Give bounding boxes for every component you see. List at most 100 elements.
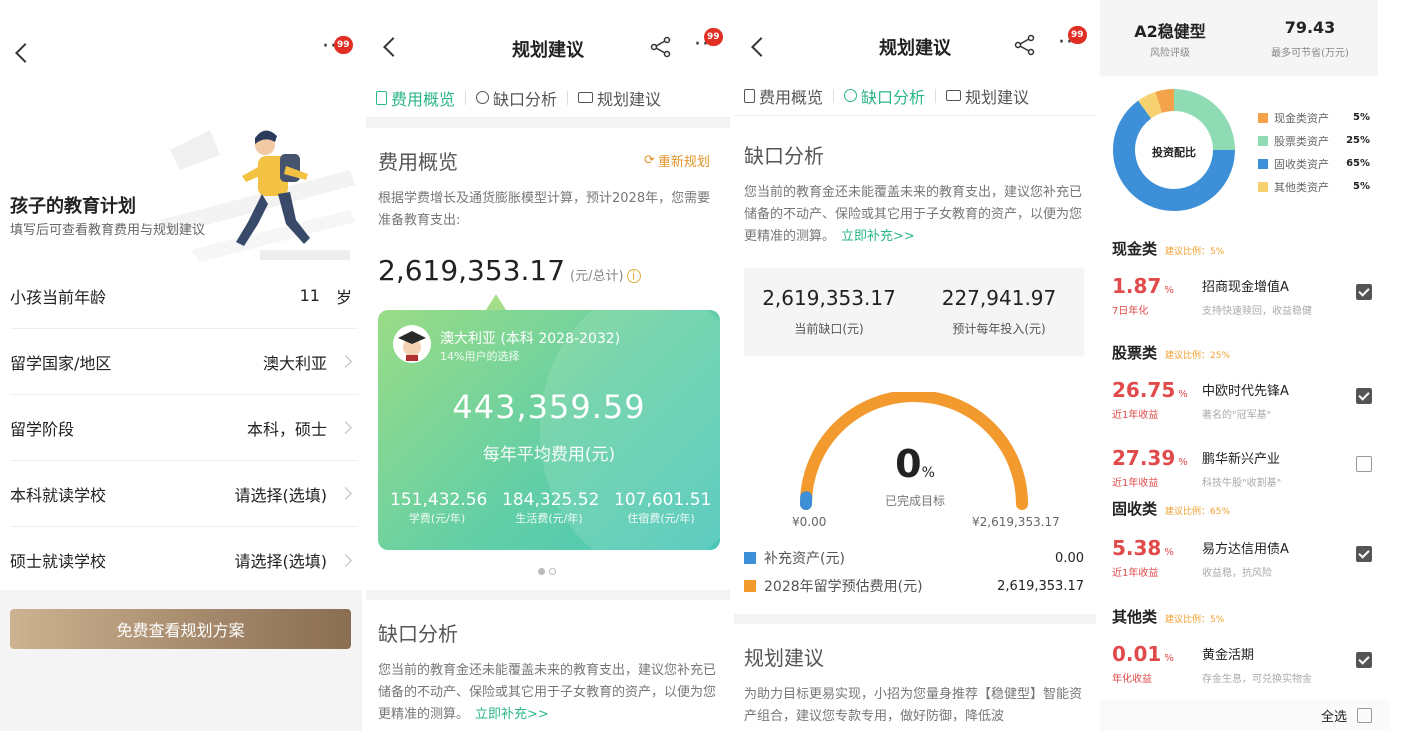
fund-checkbox[interactable] bbox=[1356, 652, 1372, 668]
gap-value: 2,619,353.17 bbox=[762, 286, 896, 310]
section-title: 缺口分析 bbox=[744, 144, 824, 168]
total-cost-value: 2,619,353.17 bbox=[378, 254, 566, 287]
fund-checkbox[interactable] bbox=[1356, 388, 1372, 404]
divider bbox=[366, 590, 730, 600]
plan-section-title: 规划建议 bbox=[744, 646, 824, 670]
fund-return-unit: % bbox=[1164, 653, 1174, 664]
form-row-age[interactable]: 小孩当前年龄 11 岁 bbox=[10, 263, 358, 329]
cost-card[interactable]: 澳大利亚 (本科 2028-2032) 14%用户的选择 443,359.59 … bbox=[378, 310, 720, 550]
fund-desc: 支持快速赎回，收益稳健 bbox=[1202, 306, 1312, 317]
message-icon bbox=[578, 92, 594, 103]
tab-plan-advice[interactable]: 规划建议 bbox=[936, 84, 1039, 108]
donut-slice-3 bbox=[1138, 91, 1163, 119]
gap-label: 当前缺口(元) bbox=[794, 322, 864, 336]
fund-row[interactable]: 0.01% 年化收益 黄金活期 存金生息，可兑换实物金 bbox=[1112, 632, 1372, 692]
alloc-pct: 25% bbox=[1346, 135, 1370, 146]
fund-row[interactable]: 1.87% 7日年化 招商现金增值A 支持快速赎回，收益稳健 bbox=[1112, 264, 1372, 324]
select-all-bar[interactable]: 全选 bbox=[1100, 700, 1390, 731]
cost-description: 根据学费增长及通货膨胀模型计算，预计2028年，您需要准备教育支出: bbox=[378, 191, 711, 228]
category-title: 固收类 bbox=[1112, 500, 1158, 518]
legend-supplement: 补充资产(元) 0.00 bbox=[744, 548, 1084, 568]
annual-value: 227,941.97 bbox=[941, 286, 1057, 310]
category-other: 其他类 建议比例：5% bbox=[1112, 606, 1224, 627]
fund-name: 鹏华新兴产业 bbox=[1202, 452, 1281, 467]
living-label: 生活费(元/年) bbox=[515, 512, 583, 525]
add-assets-link[interactable]: 立即补充>> bbox=[841, 229, 915, 244]
nav-title: 规划建议 bbox=[512, 40, 584, 61]
message-icon bbox=[946, 90, 962, 101]
tab-label: 费用概览 bbox=[759, 87, 824, 107]
section-title: 费用概览 bbox=[378, 150, 458, 174]
tab-label: 费用概览 bbox=[391, 89, 456, 109]
screen-education-form: ··· 99 孩子的教育计划 填写后可查看教育费用与规划建议 小孩当前年龄 11… bbox=[0, 0, 362, 731]
donut-slice-0 bbox=[1155, 89, 1175, 114]
screen-cost-overview: 规划建议 ··· 99 费用概览 缺口分析 规划建议 费用概览 ⟳ 重新规划 根据… bbox=[366, 0, 730, 731]
page-subtitle: 填写后可查看教育费用与规划建议 bbox=[10, 223, 206, 238]
chevron-right-icon bbox=[339, 355, 352, 368]
tab-gap-analysis[interactable]: 缺口分析 bbox=[834, 84, 935, 108]
fund-return-label: 近1年收益 bbox=[1112, 568, 1159, 579]
legend-swatch bbox=[1258, 135, 1268, 146]
category-title: 现金类 bbox=[1112, 240, 1158, 258]
tab-cost-overview[interactable]: 费用概览 bbox=[734, 84, 833, 108]
tuition-value: 151,432.56 bbox=[390, 490, 488, 510]
category-hint: 建议比例：25% bbox=[1165, 351, 1231, 361]
card-title: 澳大利亚 (本科 2028-2032) bbox=[440, 331, 621, 347]
category-hint: 建议比例：5% bbox=[1165, 247, 1225, 257]
legend-swatch bbox=[744, 552, 756, 564]
fund-row[interactable]: 5.38% 近1年收益 易方达信用债A 收益稳，抗风险 bbox=[1112, 526, 1372, 586]
card-pointer bbox=[486, 294, 506, 310]
page-title: 孩子的教育计划 bbox=[10, 196, 136, 217]
form-row-country[interactable]: 留学国家/地区 澳大利亚 bbox=[10, 329, 358, 395]
alloc-fixed-income: 固收类资产 65% bbox=[1258, 152, 1370, 175]
gap-description: 您当前的教育金还未能覆盖未来的教育支出，建议您补充已储备的不动产、保险或其它用于… bbox=[744, 182, 1086, 248]
donut-label: 投资配比 bbox=[1152, 146, 1196, 159]
back-icon[interactable] bbox=[15, 43, 35, 63]
tab-gap-analysis[interactable]: 缺口分析 bbox=[466, 86, 567, 110]
fund-name: 招商现金增值A bbox=[1202, 280, 1289, 295]
stage-value: 本科，硕士 bbox=[246, 419, 327, 439]
share-icon[interactable] bbox=[1014, 34, 1036, 56]
fund-desc: 科技牛股"收割基" bbox=[1202, 478, 1282, 489]
total-cost: 2,619,353.17 (元/总计) i bbox=[378, 254, 641, 287]
pie-icon bbox=[476, 91, 490, 104]
gauge-percent-value: 0 bbox=[895, 442, 922, 486]
donut-slice-1 bbox=[1173, 89, 1235, 151]
bachelor-school-value: 请选择(选填) bbox=[234, 485, 328, 505]
row-label: 留学国家/地区 bbox=[10, 353, 112, 373]
tab-plan-advice[interactable]: 规划建议 bbox=[568, 86, 671, 110]
tab-bar: 费用概览 缺口分析 规划建议 bbox=[734, 76, 1096, 116]
fund-return-label: 年化收益 bbox=[1112, 674, 1152, 685]
fund-row[interactable]: 26.75% 近1年收益 中欧时代先锋A 著名的"冠军基" bbox=[1112, 368, 1372, 428]
carousel-dots[interactable] bbox=[538, 568, 556, 575]
category-hint: 建议比例：65% bbox=[1165, 507, 1231, 517]
fund-name: 中欧时代先锋A bbox=[1202, 384, 1289, 399]
form-row-bachelor-school[interactable]: 本科就读学校 请选择(选填) bbox=[10, 461, 358, 527]
fund-checkbox[interactable] bbox=[1356, 456, 1372, 472]
fund-checkbox[interactable] bbox=[1356, 546, 1372, 562]
tab-bar: 费用概览 缺口分析 规划建议 bbox=[366, 78, 730, 118]
tab-cost-overview[interactable]: 费用概览 bbox=[366, 86, 465, 110]
summary-header: A2稳健型 风险评级 79.43 最多可节省(万元) bbox=[1100, 0, 1378, 76]
gauge-label: 已完成目标 bbox=[884, 494, 945, 508]
alloc-label: 固收类资产 bbox=[1274, 157, 1329, 171]
gap-section-title: 缺口分析 bbox=[378, 622, 458, 646]
legend-value: 2,619,353.17 bbox=[997, 578, 1084, 594]
row-label: 留学阶段 bbox=[10, 419, 75, 439]
view-plan-button[interactable]: 免费查看规划方案 bbox=[10, 609, 351, 649]
select-all-checkbox[interactable] bbox=[1357, 708, 1372, 723]
fund-return: 0.01 bbox=[1112, 642, 1162, 666]
fund-checkbox[interactable] bbox=[1356, 284, 1372, 300]
tab-label: 规划建议 bbox=[965, 87, 1030, 107]
fund-name: 易方达信用债A bbox=[1202, 542, 1289, 557]
replan-link[interactable]: ⟳ 重新规划 bbox=[644, 151, 710, 170]
fund-row[interactable]: 27.39% 近1年收益 鹏华新兴产业 科技牛股"收割基" bbox=[1112, 436, 1372, 496]
tab-label: 缺口分析 bbox=[493, 89, 558, 109]
add-assets-link[interactable]: 立即补充>> bbox=[475, 707, 549, 722]
plan-description: 为助力目标更易实现，小招为您量身推荐【稳健型】智能资产组合，建议您专款专用，做好… bbox=[744, 687, 1083, 724]
info-icon[interactable]: i bbox=[626, 269, 641, 283]
share-icon[interactable] bbox=[650, 36, 672, 58]
form-row-stage[interactable]: 留学阶段 本科，硕士 bbox=[10, 395, 358, 461]
living-value: 184,325.52 bbox=[502, 490, 600, 510]
form-row-master-school[interactable]: 硕士就读学校 请选择(选填) bbox=[10, 527, 358, 593]
